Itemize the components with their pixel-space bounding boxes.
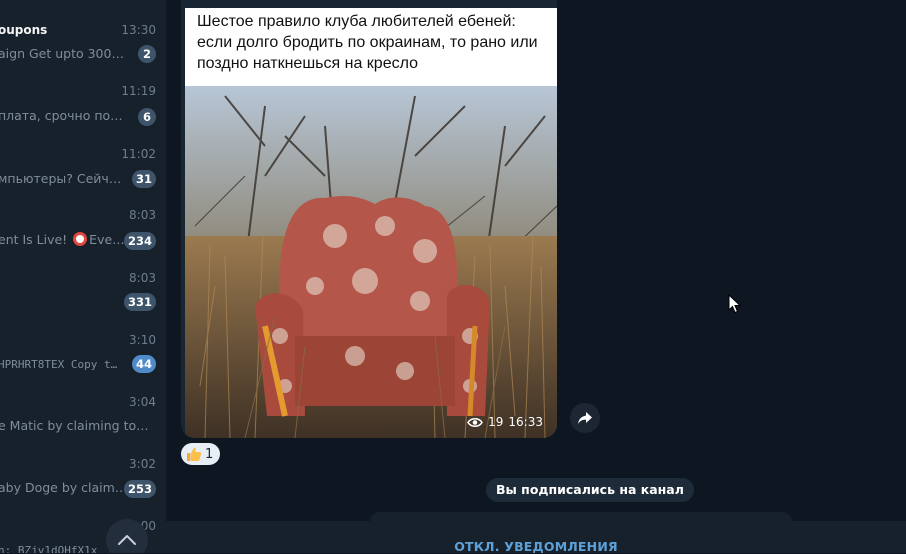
reaction-count: 1: [205, 446, 214, 462]
chat-list-item[interactable]: 11:19 плата, срочно под… 6: [0, 62, 166, 126]
chat-title: oupons: [0, 23, 48, 37]
chat-list-item[interactable]: oupons 13:30 aign Get upto 30000… 2: [0, 0, 166, 63]
chat-time: 8:03: [129, 208, 156, 222]
chat-list-item[interactable]: 3:10 HPRHRT8TEX Copy t… 44: [0, 310, 166, 373]
unread-badge: 331: [123, 293, 156, 311]
view-count: 19: [488, 415, 504, 429]
thumbs-up-icon: [187, 447, 202, 461]
scroll-to-top-button[interactable]: [106, 519, 148, 553]
chat-preview: ent Is Live! Eve…: [0, 232, 128, 247]
service-message: Вы подписались на канал: [486, 478, 694, 502]
caption-line: Шестое правило клуба любителей ебеней:: [197, 13, 516, 30]
post-meta: 19 16:33: [463, 412, 547, 432]
post-caption-image: Шестое правило клуба любителей ебеней: е…: [185, 8, 557, 86]
chevron-up-icon: [118, 535, 136, 545]
chat-list-item[interactable]: 3:02 aby Doge by claimi… 253: [0, 434, 166, 498]
share-arrow-icon: [578, 412, 592, 424]
armchair-photo[interactable]: [185, 86, 557, 438]
chat-list: oupons 13:30 aign Get upto 30000… 2 11:1…: [0, 0, 166, 553]
chat-time: 11:19: [121, 84, 156, 98]
chat-time: 13:30: [121, 23, 156, 37]
chat-time: 3:04: [129, 395, 156, 409]
chat-preview: плата, срочно под…: [0, 108, 128, 123]
caption-line: поздно наткнешься на кресло: [197, 55, 418, 72]
mute-notifications-button[interactable]: ОТКЛ. УВЕДОМЛЕНИЯ: [166, 539, 906, 554]
chat-preview: aign Get upto 30000…: [0, 46, 128, 61]
chat-time: 3:02: [129, 457, 156, 471]
chat-list-item[interactable]: 3:04 e Matic by claiming toda…: [0, 372, 166, 433]
chat-preview: aby Doge by claimi…: [0, 480, 128, 495]
share-button[interactable]: [570, 403, 600, 433]
message-area: Шестое правило клуба любителей ебеней: е…: [166, 0, 906, 554]
chat-preview: e Matic by claiming toda…: [0, 418, 156, 433]
reaction-chip[interactable]: 1: [181, 443, 221, 465]
mouse-cursor-icon: [728, 294, 741, 314]
eye-icon: [467, 417, 484, 427]
chat-time: 3:10: [129, 333, 156, 347]
chat-preview-part: ent Is Live!: [0, 232, 72, 247]
alarm-clock-icon: [73, 232, 88, 246]
chat-list-item[interactable]: 8:03 331: [0, 248, 166, 311]
chat-preview: HPRHRT8TEX Copy t…: [0, 358, 118, 371]
unread-badge: 2: [138, 45, 156, 63]
unread-badge: 44: [131, 355, 156, 373]
post-time: 16:33: [508, 415, 543, 429]
channel-post[interactable]: Шестое правило клуба любителей ебеней: е…: [181, 0, 557, 438]
caption-line: если долго бродить по окраинам, то рано …: [197, 34, 538, 51]
chat-preview-part: Eve…: [89, 232, 125, 247]
chat-list-item[interactable]: 11:02 мпьютеры? Сейча… 31: [0, 124, 166, 188]
chat-list-item[interactable]: 8:03 ent Is Live! Eve… 234: [0, 186, 166, 250]
post-header: [181, 0, 557, 6]
compose-bar: ОТКЛ. УВЕДОМЛЕНИЯ: [166, 521, 906, 554]
chat-time: 8:03: [129, 271, 156, 285]
chat-preview: мпьютеры? Сейча…: [0, 171, 128, 186]
chat-time: 11:02: [121, 147, 156, 161]
